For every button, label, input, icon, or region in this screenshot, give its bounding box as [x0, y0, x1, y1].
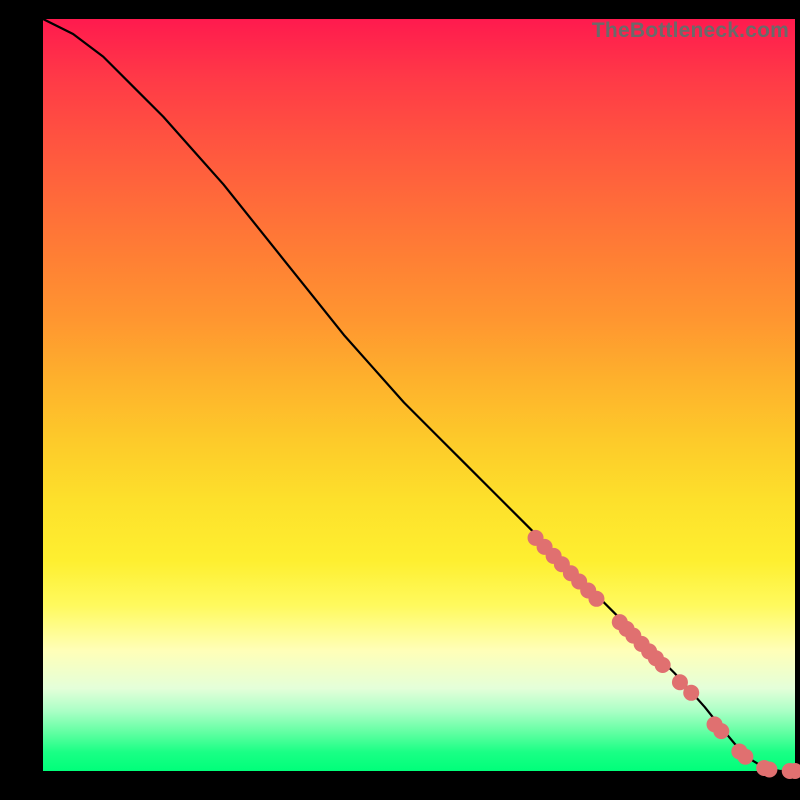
data-dot — [713, 723, 729, 739]
curve-svg — [43, 19, 795, 771]
data-dot — [737, 749, 753, 765]
data-dot — [588, 591, 604, 607]
chart-stage: TheBottleneck.com — [0, 0, 800, 800]
curve-line — [43, 19, 795, 771]
plot-area: TheBottleneck.com — [43, 19, 795, 771]
data-dot — [655, 657, 671, 673]
dot-group — [528, 530, 800, 779]
data-dot — [761, 762, 777, 778]
data-dot — [683, 685, 699, 701]
